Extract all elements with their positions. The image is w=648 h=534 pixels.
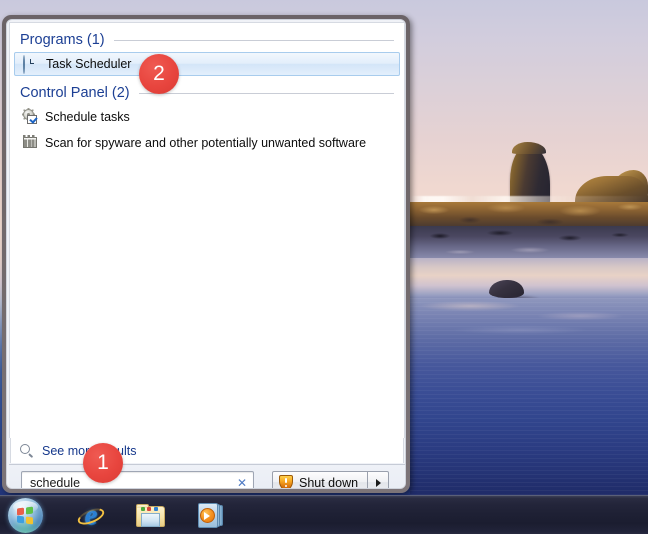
annotation-badge-1: 1 [83, 443, 123, 483]
start-menu-inner: Programs (1) Task Scheduler Control Pane… [6, 19, 406, 489]
result-label: Scan for spyware and other potentially u… [45, 136, 367, 150]
firewall-wall-icon [22, 135, 38, 151]
schedule-tasks-result[interactable]: Schedule tasks [14, 105, 400, 129]
windows-orb-icon [17, 506, 34, 525]
annotation-badge-2: 2 [139, 54, 179, 94]
wallpaper-tidal-flat [410, 226, 648, 260]
taskbar: e [0, 495, 648, 534]
internet-explorer-icon: e [75, 501, 107, 530]
wallpaper-water-glint [410, 300, 648, 340]
arrow-right-icon [375, 478, 381, 487]
start-menu: Programs (1) Task Scheduler Control Pane… [2, 15, 410, 493]
results-group-header-programs: Programs (1) [10, 30, 404, 50]
shutdown-split-button: Shut down [272, 471, 390, 489]
shutdown-options-button[interactable] [368, 471, 390, 488]
wallpaper-wet-sand [410, 258, 648, 300]
search-input-value[interactable]: schedule [22, 476, 233, 489]
scan-for-spyware-result[interactable]: Scan for spyware and other potentially u… [14, 131, 400, 155]
group-header-label: Programs (1) [20, 32, 105, 48]
folder-icon [136, 503, 166, 528]
taskbar-windows-explorer[interactable] [134, 500, 168, 531]
wallpaper-rock-shelf [410, 202, 648, 228]
taskbar-windows-media-player[interactable] [194, 500, 228, 531]
magnifier-icon [20, 443, 34, 458]
group-header-rule [138, 92, 394, 94]
media-player-icon [197, 503, 225, 528]
clock-icon [23, 55, 39, 74]
task-scheduler-result[interactable]: Task Scheduler [14, 52, 400, 76]
result-label: Schedule tasks [45, 110, 130, 124]
results-group-header-control-panel: Control Panel (2) [10, 83, 404, 103]
search-results-pane: Programs (1) Task Scheduler Control Pane… [9, 22, 405, 438]
shield-warning-icon [279, 475, 293, 488]
gear-checkbox-icon [22, 108, 38, 125]
wallpaper-sea-stack-top [512, 142, 546, 154]
group-header-label: Control Panel (2) [20, 85, 130, 101]
shutdown-label: Shut down [299, 475, 359, 489]
result-label: Task Scheduler [46, 57, 132, 71]
start-button[interactable] [8, 498, 43, 533]
close-x-icon[interactable]: ✕ [233, 473, 251, 489]
group-header-rule [113, 39, 394, 41]
taskbar-internet-explorer[interactable]: e [74, 500, 108, 531]
screen: Programs (1) Task Scheduler Control Pane… [0, 0, 648, 534]
search-input[interactable]: schedule ✕ [21, 471, 254, 489]
see-more-results-link[interactable]: See more results [10, 438, 404, 463]
shutdown-button[interactable]: Shut down [272, 471, 369, 489]
